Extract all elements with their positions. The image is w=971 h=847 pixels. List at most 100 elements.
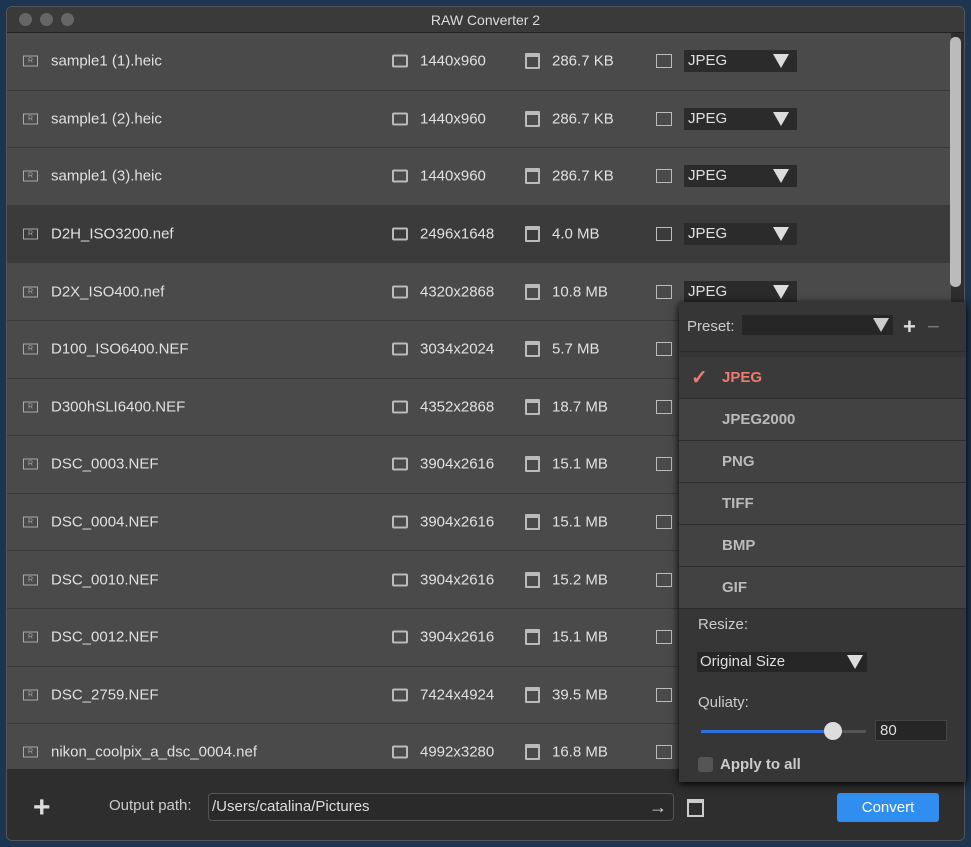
monitor-icon [392, 54, 408, 68]
resize-label: Resize: [698, 616, 749, 633]
raw-file-icon: R [23, 170, 38, 182]
chevron-down-icon [773, 284, 789, 299]
folder-icon [525, 341, 540, 358]
monitor-icon [392, 515, 408, 529]
window-controls [19, 13, 74, 26]
quality-slider[interactable] [701, 722, 866, 740]
file-dimensions: 1440x960 [420, 167, 486, 185]
image-icon [656, 687, 672, 702]
raw-file-icon: R [23, 458, 38, 470]
file-size: 4.0 MB [552, 225, 600, 243]
resize-select[interactable]: Original Size [697, 652, 867, 672]
raw-file-icon: R [23, 401, 38, 413]
file-size: 15.1 MB [552, 513, 608, 531]
image-icon [656, 457, 672, 472]
close-button[interactable] [19, 13, 32, 26]
apply-to-all-label[interactable]: Apply to all [720, 756, 801, 773]
image-icon [656, 111, 672, 126]
format-select[interactable]: JPEG [684, 50, 797, 73]
image-icon [656, 169, 672, 184]
format-list: ✓ JPEG JPEG2000 PNG TIFF BMP GIF [679, 357, 966, 609]
format-option-label: JPEG [722, 369, 763, 386]
monitor-icon [392, 688, 408, 702]
raw-file-icon: R [23, 516, 38, 528]
file-row[interactable]: R sample1 (3).heic 1440x960 286.7 KB JPE… [7, 148, 951, 206]
output-path-value: /Users/catalina/Pictures [212, 798, 370, 815]
file-name: DSC_0010.NEF [51, 571, 159, 589]
add-preset-button[interactable]: + [903, 314, 916, 340]
format-option[interactable]: PNG [679, 441, 966, 483]
format-select[interactable]: JPEG [684, 223, 797, 246]
preset-select[interactable] [742, 315, 893, 335]
file-name: nikon_coolpix_a_dsc_0004.nef [51, 743, 257, 761]
quality-slider-handle[interactable] [824, 722, 842, 740]
output-path-field[interactable]: /Users/catalina/Pictures → [208, 793, 674, 821]
format-option[interactable]: BMP [679, 525, 966, 567]
file-dimensions: 3904x2616 [420, 628, 495, 646]
preset-row: Preset: + − [679, 302, 966, 352]
image-icon [656, 342, 672, 357]
remove-preset-button[interactable]: − [927, 314, 940, 340]
file-size: 286.7 KB [552, 167, 614, 185]
file-size: 15.1 MB [552, 455, 608, 473]
chevron-down-icon [773, 169, 789, 184]
apply-to-all-checkbox[interactable] [698, 757, 713, 772]
format-option[interactable]: TIFF [679, 483, 966, 525]
file-name: DSC_0012.NEF [51, 628, 159, 646]
folder-icon [525, 686, 540, 703]
file-row[interactable]: R D2H_ISO3200.nef 2496x1648 4.0 MB JPEG [7, 205, 951, 264]
raw-file-icon: R [23, 343, 38, 355]
file-dimensions: 7424x4924 [420, 686, 495, 704]
add-files-button[interactable]: + [33, 791, 51, 825]
quality-input[interactable]: 80 [875, 720, 947, 741]
file-name: DSC_0003.NEF [51, 455, 159, 473]
file-dimensions: 3904x2616 [420, 455, 495, 473]
file-row[interactable]: R sample1 (1).heic 1440x960 286.7 KB JPE… [7, 33, 951, 91]
format-popup: Preset: + − ✓ JPEG JPEG2000 PNG TIFF BMP GIF R… [679, 302, 966, 782]
format-option-label: GIF [722, 579, 747, 596]
folder-icon [525, 168, 540, 185]
file-name: DSC_2759.NEF [51, 686, 159, 704]
output-path-label: Output path: [109, 797, 192, 814]
checkmark-icon: ✓ [691, 367, 708, 389]
title-bar: RAW Converter 2 [7, 7, 964, 33]
convert-button[interactable]: Convert [837, 793, 939, 822]
folder-icon [525, 514, 540, 531]
file-name: D2X_ISO400.nef [51, 283, 165, 301]
format-option[interactable]: GIF [679, 567, 966, 609]
minimize-button[interactable] [40, 13, 53, 26]
monitor-icon [392, 457, 408, 471]
raw-file-icon: R [23, 574, 38, 586]
format-select[interactable]: JPEG [684, 165, 797, 188]
monitor-icon [392, 745, 408, 759]
file-size: 18.7 MB [552, 398, 608, 416]
file-name: D2H_ISO3200.nef [51, 225, 174, 243]
format-option[interactable]: ✓ JPEG [679, 357, 966, 399]
format-select[interactable]: JPEG [684, 107, 797, 130]
folder-icon[interactable] [687, 799, 704, 817]
format-select[interactable]: JPEG [684, 280, 797, 303]
file-name: D100_ISO6400.NEF [51, 340, 189, 358]
folder-icon [525, 744, 540, 761]
zoom-button[interactable] [61, 13, 74, 26]
monitor-icon [392, 342, 408, 356]
file-size: 5.7 MB [552, 340, 600, 358]
format-option[interactable]: JPEG2000 [679, 399, 966, 441]
file-size: 10.8 MB [552, 283, 608, 301]
image-icon [656, 572, 672, 587]
window-title: RAW Converter 2 [430, 12, 541, 28]
image-icon [656, 227, 672, 242]
format-value: JPEG [688, 282, 728, 300]
image-icon [656, 284, 672, 299]
file-dimensions: 1440x960 [420, 52, 486, 70]
monitor-icon [392, 112, 408, 126]
scrollbar[interactable] [950, 37, 961, 287]
file-dimensions: 4992x3280 [420, 743, 495, 761]
arrow-right-icon[interactable]: → [649, 794, 667, 820]
raw-file-icon: R [23, 55, 38, 67]
quality-label: Quliaty: [698, 694, 749, 711]
raw-file-icon: R [23, 746, 38, 758]
file-row[interactable]: R sample1 (2).heic 1440x960 286.7 KB JPE… [7, 90, 951, 149]
file-size: 39.5 MB [552, 686, 608, 704]
preset-label: Preset: [687, 318, 735, 335]
